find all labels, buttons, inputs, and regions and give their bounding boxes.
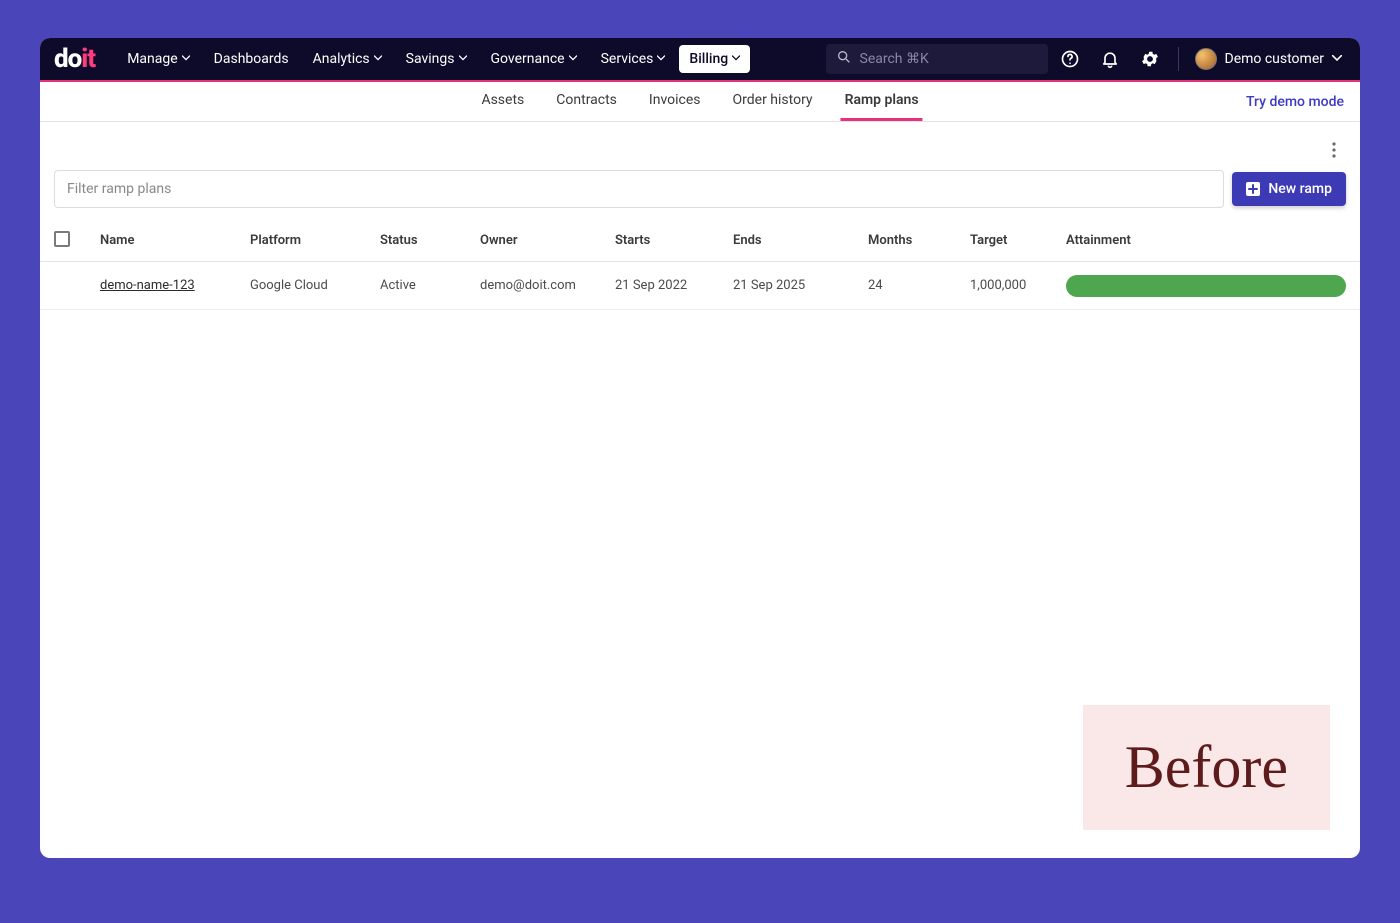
logo-do: do xyxy=(54,44,81,74)
filter-input[interactable] xyxy=(54,170,1224,208)
col-status[interactable]: Status xyxy=(380,233,480,248)
col-name[interactable]: Name xyxy=(100,233,250,248)
before-overlay: Before xyxy=(1083,705,1330,830)
tab-ramp-plans[interactable]: Ramp plans xyxy=(841,82,923,121)
col-ends[interactable]: Ends xyxy=(733,233,868,248)
chevron-down-icon xyxy=(657,55,665,63)
chevron-down-icon xyxy=(459,55,467,63)
kebab-row xyxy=(40,122,1360,170)
col-owner[interactable]: Owner xyxy=(480,233,615,248)
cell-target: 1,000,000 xyxy=(970,278,1066,293)
search-input[interactable] xyxy=(860,51,1030,67)
col-platform[interactable]: Platform xyxy=(250,233,380,248)
divider xyxy=(1178,47,1179,71)
tabs-row: Assets Contracts Invoices Order history … xyxy=(40,82,1360,122)
help-icon[interactable] xyxy=(1052,41,1088,77)
col-months[interactable]: Months xyxy=(868,233,970,248)
table-row: demo-name-123 Google Cloud Active demo@d… xyxy=(40,262,1360,310)
nav-label: Governance xyxy=(491,51,565,67)
more-menu-icon[interactable] xyxy=(1324,140,1344,160)
tab-order-history[interactable]: Order history xyxy=(729,82,817,121)
cell-owner: demo@doit.com xyxy=(480,278,615,293)
bell-icon[interactable] xyxy=(1092,41,1128,77)
ramp-name-link[interactable]: demo-name-123 xyxy=(100,278,195,293)
plus-icon xyxy=(1246,182,1260,196)
col-starts[interactable]: Starts xyxy=(615,233,733,248)
nav-label: Savings xyxy=(406,51,455,67)
nav-services[interactable]: Services xyxy=(591,45,676,73)
search-icon xyxy=(836,49,852,69)
before-label: Before xyxy=(1125,734,1288,800)
logo[interactable]: do it xyxy=(54,44,95,74)
nav-label: Dashboards xyxy=(214,51,289,67)
topbar: do it Manage Dashboards Analytics Saving… xyxy=(40,38,1360,82)
tab-invoices[interactable]: Invoices xyxy=(645,82,705,121)
col-attainment[interactable]: Attainment xyxy=(1066,233,1346,248)
cell-starts: 21 Sep 2022 xyxy=(615,278,733,293)
user-menu[interactable]: Demo customer xyxy=(1189,44,1347,74)
new-ramp-label: New ramp xyxy=(1268,181,1332,197)
filter-row: New ramp xyxy=(40,170,1360,220)
nav-governance[interactable]: Governance xyxy=(481,45,587,73)
col-target[interactable]: Target xyxy=(970,233,1066,248)
chevron-down-icon xyxy=(1332,55,1340,63)
attainment-bar xyxy=(1066,275,1346,297)
logo-it: it xyxy=(81,44,95,74)
cell-status: Active xyxy=(380,278,480,293)
select-all-checkbox[interactable] xyxy=(54,231,70,247)
chevron-down-icon xyxy=(732,55,740,63)
app-window: do it Manage Dashboards Analytics Saving… xyxy=(40,38,1360,858)
chevron-down-icon xyxy=(374,55,382,63)
tab-assets[interactable]: Assets xyxy=(477,82,528,121)
tab-contracts[interactable]: Contracts xyxy=(552,82,621,121)
new-ramp-button[interactable]: New ramp xyxy=(1232,172,1346,206)
cell-platform: Google Cloud xyxy=(250,278,380,293)
cell-ends: 21 Sep 2025 xyxy=(733,278,868,293)
nav-label: Services xyxy=(601,51,654,67)
nav-manage[interactable]: Manage xyxy=(117,45,199,73)
search-box[interactable] xyxy=(826,44,1048,74)
nav-label: Billing xyxy=(689,51,728,67)
tabs: Assets Contracts Invoices Order history … xyxy=(477,82,922,121)
try-demo-mode-link[interactable]: Try demo mode xyxy=(1246,94,1344,110)
user-name: Demo customer xyxy=(1225,51,1325,67)
nav-label: Manage xyxy=(127,51,177,67)
table-header: Name Platform Status Owner Starts Ends M… xyxy=(40,220,1360,262)
nav-label: Analytics xyxy=(313,51,370,67)
nav-billing[interactable]: Billing xyxy=(679,45,750,73)
nav-savings[interactable]: Savings xyxy=(396,45,477,73)
gear-icon[interactable] xyxy=(1132,41,1168,77)
chevron-down-icon xyxy=(569,55,577,63)
ramp-table: Name Platform Status Owner Starts Ends M… xyxy=(40,220,1360,310)
cell-months: 24 xyxy=(868,278,970,293)
nav-analytics[interactable]: Analytics xyxy=(303,45,392,73)
avatar xyxy=(1195,48,1217,70)
chevron-down-icon xyxy=(182,55,190,63)
nav-dashboards[interactable]: Dashboards xyxy=(204,45,299,73)
